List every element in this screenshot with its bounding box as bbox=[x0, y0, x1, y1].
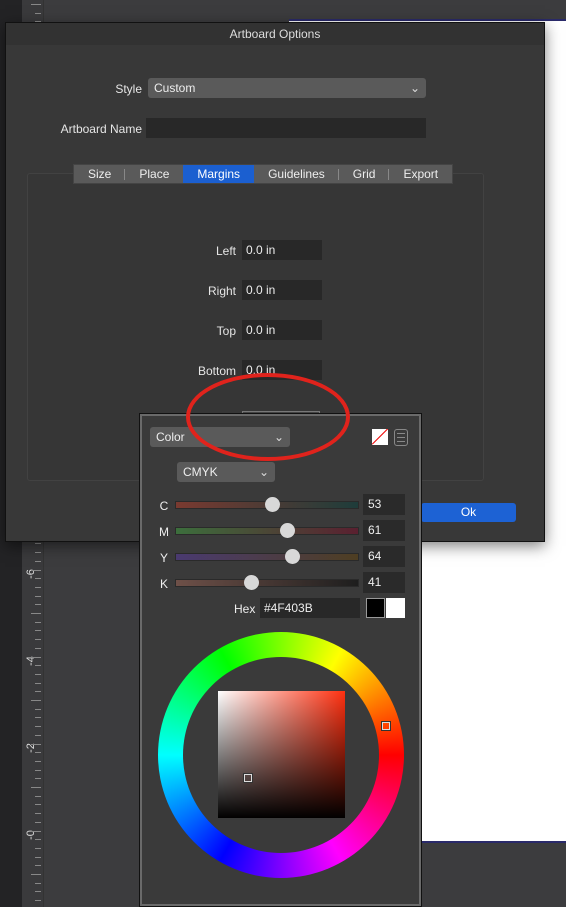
ruler-tick bbox=[35, 708, 41, 710]
ruler-tick bbox=[35, 804, 41, 806]
ruler-tick bbox=[35, 813, 41, 815]
chevron-down-icon: ⌄ bbox=[258, 465, 269, 479]
slider-k[interactable] bbox=[175, 575, 359, 590]
dialog-title: Artboard Options bbox=[6, 23, 544, 45]
ruler-tick bbox=[35, 760, 41, 762]
ruler-tick bbox=[31, 874, 41, 875]
ruler-tick bbox=[35, 734, 41, 736]
tab-guidelines[interactable]: Guidelines bbox=[254, 165, 339, 183]
slider-label-c: C bbox=[159, 499, 169, 513]
ruler-tick bbox=[35, 726, 41, 728]
ruler-tick bbox=[35, 865, 41, 867]
slider-label-m: M bbox=[159, 525, 169, 539]
ruler-tick bbox=[35, 882, 41, 884]
margin-top-input[interactable]: 0.0 in bbox=[242, 320, 322, 340]
tab-grid[interactable]: Grid bbox=[339, 165, 390, 183]
ruler-tick bbox=[35, 821, 41, 823]
ruler-tick bbox=[35, 604, 41, 606]
color-mode-value: Color bbox=[156, 430, 185, 444]
hue-marker[interactable] bbox=[381, 721, 391, 731]
ruler-tick bbox=[35, 630, 41, 632]
tab-margins[interactable]: Margins bbox=[183, 165, 255, 183]
color-marker[interactable] bbox=[243, 773, 253, 783]
tab-export[interactable]: Export bbox=[389, 165, 452, 183]
slider-thumb[interactable] bbox=[243, 575, 259, 590]
ruler-tick bbox=[35, 847, 41, 849]
fill-swatch[interactable] bbox=[386, 598, 405, 618]
red-annotation-ellipse bbox=[186, 373, 350, 461]
ruler-tick bbox=[35, 691, 41, 693]
ruler-tick bbox=[31, 613, 41, 614]
margin-top-label: Top bbox=[216, 324, 236, 338]
slider-y[interactable] bbox=[175, 549, 359, 564]
ok-button[interactable]: Ok bbox=[421, 503, 516, 522]
margin-left-input[interactable]: 0.0 in bbox=[242, 240, 322, 260]
style-label: Style bbox=[115, 82, 142, 96]
ruler-tick bbox=[31, 787, 41, 788]
style-dropdown[interactable]: Custom ⌄ bbox=[148, 78, 426, 98]
ruler-tick bbox=[35, 647, 41, 649]
ruler-tick bbox=[35, 891, 41, 893]
margin-bottom-label: Bottom bbox=[197, 364, 236, 378]
slider-c[interactable] bbox=[175, 497, 359, 512]
value-input-k[interactable]: 41 bbox=[363, 572, 405, 593]
value-input-c[interactable]: 53 bbox=[363, 494, 405, 515]
slider-thumb[interactable] bbox=[265, 497, 281, 512]
margin-right-label: Right bbox=[207, 284, 236, 298]
ruler-tick bbox=[31, 569, 41, 571]
ruler-tick bbox=[35, 795, 41, 797]
ruler-tick bbox=[35, 665, 41, 667]
ruler-tick bbox=[35, 560, 41, 562]
color-model-dropdown[interactable]: CMYK ⌄ bbox=[177, 462, 275, 482]
tab-bar: Size Place Margins Guidelines Grid Expor… bbox=[73, 164, 454, 184]
ruler-tick bbox=[35, 682, 41, 684]
ruler-tick bbox=[35, 769, 41, 771]
ruler-tick bbox=[35, 621, 41, 623]
ruler-tick bbox=[35, 639, 41, 641]
ruler-tick bbox=[31, 830, 41, 832]
tab-place[interactable]: Place bbox=[125, 165, 183, 183]
artboard-name-label: Artboard Name bbox=[60, 122, 142, 136]
slider-thumb[interactable] bbox=[285, 549, 301, 564]
value-input-y[interactable]: 64 bbox=[363, 546, 405, 567]
color-model-value: CMYK bbox=[183, 465, 218, 479]
artboard-name-input[interactable] bbox=[146, 118, 426, 138]
ruler-tick bbox=[35, 900, 41, 902]
color-picker-popover: Color ⌄ CMYK ⌄ C 53 M 61 Y 64 K 41 Hex #4F4… bbox=[140, 414, 421, 906]
ruler-tick bbox=[35, 717, 41, 719]
margin-left-label: Left bbox=[215, 244, 236, 258]
stroke-swatch[interactable] bbox=[366, 598, 385, 618]
ruler-tick bbox=[35, 778, 41, 780]
ruler-tick bbox=[35, 673, 41, 675]
ruler-tick bbox=[35, 856, 41, 858]
ruler-tick bbox=[31, 656, 41, 658]
ruler-tick bbox=[35, 595, 41, 597]
ruler-tick bbox=[35, 543, 41, 545]
ruler-tick bbox=[35, 552, 41, 554]
saturation-brightness-square[interactable] bbox=[218, 691, 345, 818]
hex-label: Hex bbox=[234, 602, 256, 616]
ruler-tick bbox=[35, 586, 41, 588]
hex-input[interactable]: #4F403B bbox=[260, 598, 360, 618]
ruler-tick bbox=[31, 4, 41, 5]
ruler-tick bbox=[35, 12, 41, 14]
slider-label-k: K bbox=[159, 577, 168, 591]
tab-size[interactable]: Size bbox=[74, 165, 126, 183]
slider-thumb[interactable] bbox=[280, 523, 296, 538]
margin-right-input[interactable]: 0.0 in bbox=[242, 280, 322, 300]
slider-label-y: Y bbox=[159, 551, 168, 565]
menu-icon[interactable] bbox=[394, 429, 408, 446]
ruler-tick bbox=[35, 752, 41, 754]
no-color-icon[interactable] bbox=[372, 429, 388, 445]
slider-m[interactable] bbox=[175, 523, 359, 538]
style-value: Custom bbox=[154, 81, 196, 95]
ruler-tick bbox=[35, 839, 41, 841]
value-input-m[interactable]: 61 bbox=[363, 520, 405, 541]
chevron-down-icon: ⌄ bbox=[409, 81, 420, 95]
ruler-tick bbox=[35, 578, 41, 580]
ruler-tick bbox=[31, 700, 41, 701]
ruler-tick bbox=[31, 743, 41, 745]
